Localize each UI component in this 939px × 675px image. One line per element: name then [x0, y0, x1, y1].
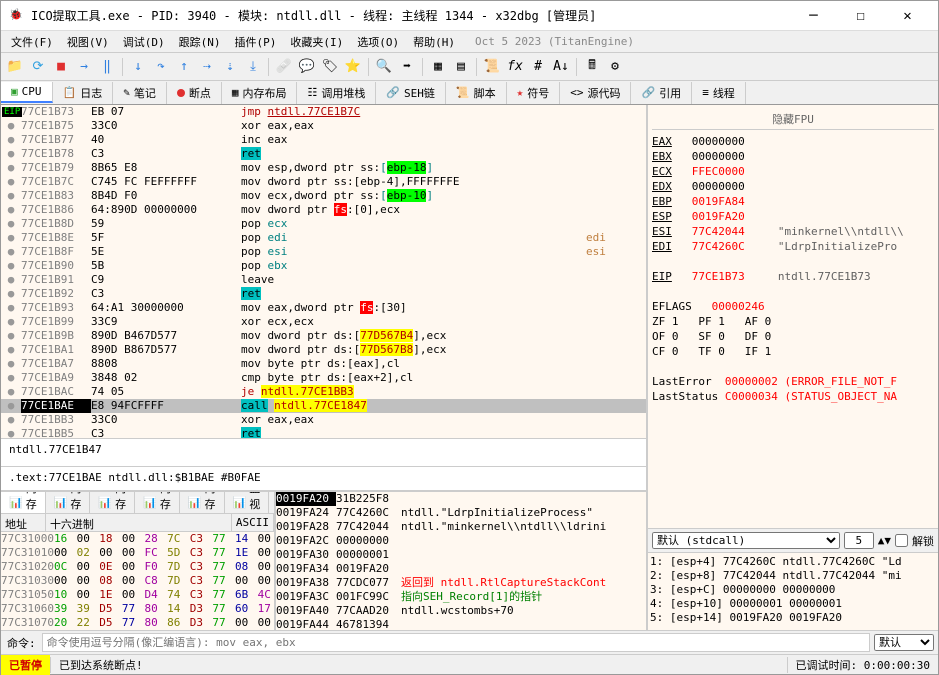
tab-cpu[interactable]: ▣CPU: [1, 82, 53, 103]
dump-view[interactable]: 77C3100016 00 18 00 28 7C C3 77 14 00 16…: [1, 532, 274, 630]
threads-icon[interactable]: ▤: [451, 57, 471, 77]
minimize-button[interactable]: ─: [791, 2, 836, 30]
regs-title[interactable]: 隐藏FPU: [652, 109, 934, 130]
fx-icon[interactable]: fx: [505, 57, 525, 77]
menu-options[interactable]: 选项(O): [351, 32, 405, 52]
stepover-icon[interactable]: ↷: [151, 57, 171, 77]
build-info: Oct 5 2023 (TitanEngine): [475, 35, 634, 48]
restart-icon[interactable]: ⟳: [28, 57, 48, 77]
registers-view[interactable]: 隐藏FPU EAX 00000000 EBX 00000000 ECX FFEC…: [648, 105, 938, 528]
tab-memmap[interactable]: ▦内存布局: [222, 82, 298, 104]
dump-tab-4[interactable]: 📊内存 5: [180, 492, 225, 513]
dump-tab-5[interactable]: 📊监视 1: [225, 492, 270, 513]
dump-tab-6[interactable]: 📊局部: [269, 492, 276, 513]
menu-debug[interactable]: 调试(D): [117, 32, 171, 52]
runto-icon[interactable]: ⤓: [243, 57, 263, 77]
dump-tab-0[interactable]: 📊内存 1: [1, 492, 46, 513]
info-panel-1: ntdll.77CE1B47: [1, 438, 646, 466]
menu-help[interactable]: 帮助(H): [407, 32, 461, 52]
dump-tab-3[interactable]: 📊内存 4: [135, 492, 180, 513]
tab-notes[interactable]: ✎笔记: [113, 82, 167, 104]
dump-col-hex: 十六进制: [46, 514, 232, 531]
font-icon[interactable]: A↓: [551, 57, 571, 77]
tab-symbols[interactable]: ★符号: [507, 82, 561, 104]
menu-favorites[interactable]: 收藏夹(I): [284, 32, 349, 52]
disassembly-view[interactable]: EIP ●77CE1B73EB 07jmp ntdll.77CE1B7C●77C…: [1, 105, 646, 438]
unlock-checkbox[interactable]: [895, 534, 908, 547]
tab-breakpoints[interactable]: 断点: [167, 82, 222, 104]
trace2-icon[interactable]: ⇣: [220, 57, 240, 77]
menu-plugins[interactable]: 插件(P): [229, 32, 283, 52]
dump-col-ascii: ASCII: [232, 514, 274, 531]
run-icon[interactable]: →: [74, 57, 94, 77]
pause-icon[interactable]: ‖: [97, 57, 117, 77]
command-input[interactable]: [42, 633, 870, 652]
args-view[interactable]: 1: [esp+4] 77C4260C ntdll.77C4260C "Ld2:…: [648, 552, 938, 630]
cmd-label: 命令:: [1, 635, 42, 651]
menu-file[interactable]: 文件(F): [5, 32, 59, 52]
tab-seh[interactable]: 🔗SEH链: [376, 82, 446, 104]
tab-references[interactable]: 🔗引用: [631, 82, 692, 104]
close-button[interactable]: ✕: [885, 2, 930, 30]
bookmark-icon[interactable]: ⭐: [343, 57, 363, 77]
tab-source[interactable]: <>源代码: [560, 82, 631, 104]
arg-count-input[interactable]: [844, 532, 874, 549]
status-time: 已调试时间: 0:00:00:30: [787, 657, 938, 673]
menu-trace[interactable]: 跟踪(N): [173, 32, 227, 52]
stepout-icon[interactable]: ↑: [174, 57, 194, 77]
maximize-button[interactable]: ☐: [838, 2, 883, 30]
trace-icon[interactable]: ⇢: [197, 57, 217, 77]
dump-tab-2[interactable]: 📊内存 3: [90, 492, 135, 513]
status-message: 已到达系统断点!: [50, 657, 787, 673]
label-icon[interactable]: 🏷: [320, 57, 340, 77]
modules-icon[interactable]: ▦: [428, 57, 448, 77]
toolbar: 📁 ⟳ ■ → ‖ ↓ ↷ ↑ ⇢ ⇣ ⤓ 🩹 💬 🏷 ⭐ 🔍 ➡ ▦ ▤ 📜 …: [1, 53, 938, 81]
stack-view[interactable]: 0019FA2031B225F80019FA2477C4260Cntdll."L…: [276, 492, 646, 630]
tab-script[interactable]: 📜脚本: [446, 82, 507, 104]
app-icon: 🐞: [9, 8, 25, 24]
goto-icon[interactable]: ➡: [397, 57, 417, 77]
hash-icon[interactable]: #: [528, 57, 548, 77]
dump-tab-1[interactable]: 📊内存 2: [46, 492, 91, 513]
window-title: ICO提取工具.exe - PID: 3940 - 模块: ntdll.dll …: [31, 7, 791, 24]
calling-convention-select[interactable]: 默认 (stdcall): [652, 532, 840, 549]
tab-log[interactable]: 📋日志: [53, 82, 114, 104]
tab-callstack[interactable]: ☷调用堆栈: [297, 82, 376, 104]
settings-icon[interactable]: ⚙: [605, 57, 625, 77]
menu-view[interactable]: 视图(V): [61, 32, 115, 52]
cmd-combo[interactable]: 默认: [874, 634, 934, 651]
open-icon[interactable]: 📁: [5, 57, 25, 77]
search-icon[interactable]: 🔍: [374, 57, 394, 77]
dump-col-addr: 地址: [1, 514, 46, 531]
patch-icon[interactable]: 🩹: [274, 57, 294, 77]
stepin-icon[interactable]: ↓: [128, 57, 148, 77]
status-paused: 已暂停: [1, 655, 50, 675]
calc-icon[interactable]: 🖩: [582, 57, 602, 77]
script-icon[interactable]: 📜: [482, 57, 502, 77]
tab-threads[interactable]: ≡线程: [692, 82, 746, 104]
stop-icon[interactable]: ■: [51, 57, 71, 77]
comment-icon[interactable]: 💬: [297, 57, 317, 77]
eip-marker: EIP: [2, 107, 22, 117]
info-panel-2: .text:77CE1BAE ntdll.dll:$B1BAE #B0FAE: [1, 466, 646, 490]
